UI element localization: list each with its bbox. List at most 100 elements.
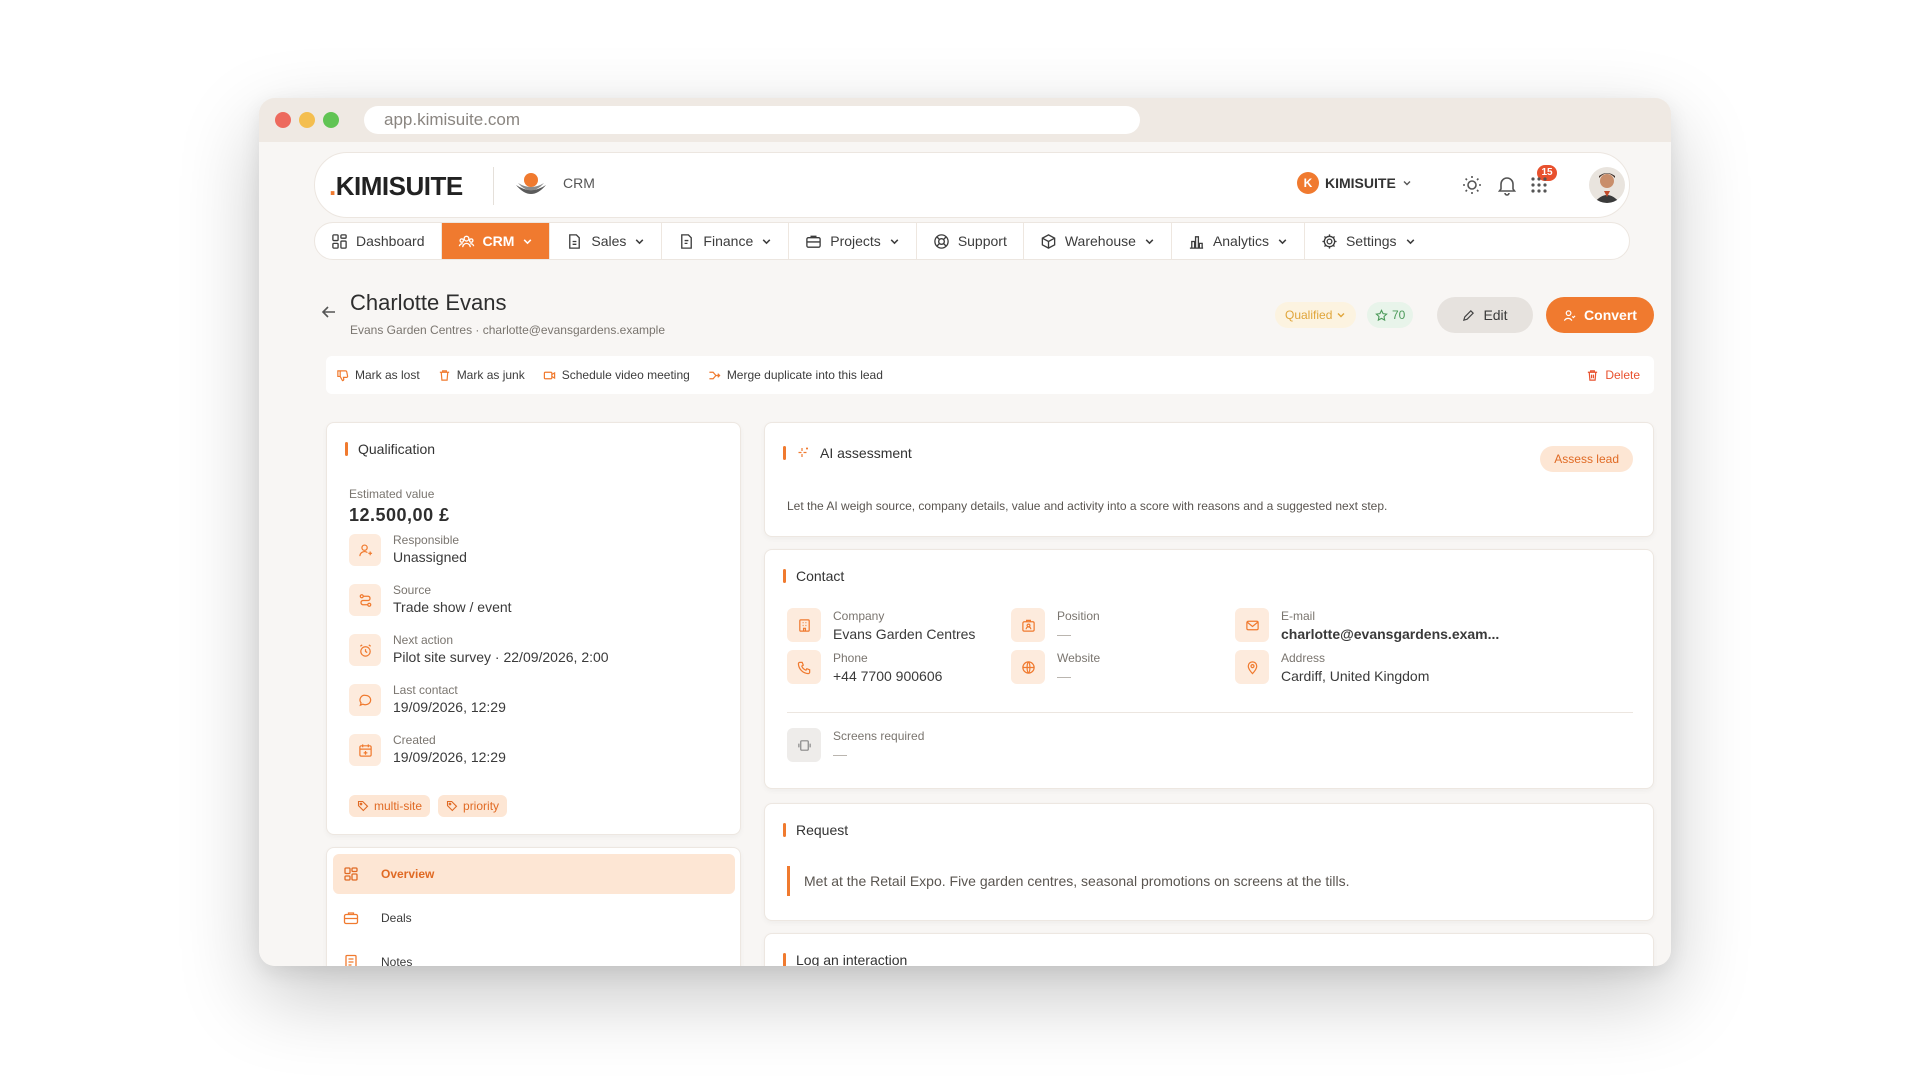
header-divider: [493, 167, 494, 205]
nav-sales[interactable]: Sales: [550, 223, 663, 259]
building-icon: [787, 608, 821, 642]
alarm-icon: [349, 634, 381, 666]
qualification-title: Qualification: [345, 441, 435, 457]
merge-icon: [709, 371, 721, 379]
pencil-icon: [1463, 309, 1475, 321]
app-header: .KIMISUITE CRM K KIMISUITE 15: [314, 152, 1630, 218]
ai-assessment-card: AI assessment Assess lead Let the AI wei…: [764, 422, 1654, 537]
address-field: Address Cardiff, United Kingdom: [1235, 650, 1429, 686]
screens-field: Screens required —: [787, 728, 924, 764]
minimize-window-button[interactable]: [299, 112, 315, 128]
address-bar[interactable]: app.kimisuite.com: [364, 106, 1140, 134]
trash-icon: [1588, 369, 1598, 381]
ai-assessment-title: AI assessment: [783, 445, 912, 461]
section-notes[interactable]: Notes: [333, 942, 735, 966]
chevron-down-icon: [1406, 238, 1414, 244]
tenant-avatar: K: [1297, 172, 1319, 194]
status-dropdown[interactable]: Qualified: [1275, 302, 1357, 328]
log-interaction-card: Log an interaction: [764, 933, 1654, 966]
assess-lead-button[interactable]: Assess lead: [1540, 446, 1633, 472]
section-deals[interactable]: Deals: [333, 898, 735, 938]
apps-grid-icon[interactable]: [1527, 173, 1551, 197]
notes-icon: [345, 954, 357, 966]
nav-dashboard[interactable]: Dashboard: [315, 223, 442, 259]
nav-settings[interactable]: Settings: [1305, 223, 1432, 259]
route-icon: [349, 584, 381, 616]
contact-card: Contact Company Evans Garden Centres Posi…: [764, 549, 1654, 789]
bell-icon[interactable]: [1495, 173, 1519, 197]
lead-action-bar: Mark as lost Mark as junk Schedule video…: [326, 356, 1654, 394]
last-contact-row: Last contact 19/09/2026, 12:29: [349, 683, 506, 717]
phone-link[interactable]: +44 7700 900606: [833, 666, 942, 686]
nav-finance[interactable]: Finance: [662, 223, 790, 259]
phone-field: Phone +44 7700 900606: [787, 650, 942, 686]
mark-lost-action[interactable]: Mark as lost: [336, 368, 420, 382]
merge-duplicate-action[interactable]: Merge duplicate into this lead: [708, 368, 883, 382]
request-text: Met at the Retail Expo. Five garden cent…: [787, 866, 1350, 896]
request-title: Request: [783, 822, 848, 838]
back-arrow-icon[interactable]: [319, 302, 339, 322]
bar-chart-icon: [1189, 235, 1204, 249]
schedule-video-action[interactable]: Schedule video meeting: [543, 368, 690, 382]
close-window-button[interactable]: [275, 112, 291, 128]
lead-subtitle: Evans Garden Centres · charlotte@evansga…: [350, 323, 666, 337]
dashboard-icon: [332, 233, 347, 249]
id-badge-icon: [1011, 608, 1045, 642]
box-icon: [1041, 233, 1056, 249]
kimisuite-logo[interactable]: .KIMISUITE: [329, 171, 463, 202]
company-field: Company Evans Garden Centres: [787, 608, 975, 644]
nav-warehouse[interactable]: Warehouse: [1024, 223, 1172, 259]
accent-bar: [783, 953, 786, 966]
grid-icon: [344, 867, 358, 881]
nav-projects[interactable]: Projects: [789, 223, 917, 259]
source-row: Source Trade show / event: [349, 583, 512, 617]
tag-icon: [357, 800, 369, 812]
accent-bar: [783, 823, 786, 837]
briefcase-icon: [806, 235, 822, 248]
sun-icon[interactable]: [1460, 173, 1484, 197]
tenant-name: KIMISUITE: [1325, 175, 1396, 191]
section-overview[interactable]: Overview: [333, 854, 735, 894]
request-card: Request Met at the Retail Expo. Five gar…: [764, 803, 1654, 921]
chevron-down-icon: [762, 238, 771, 244]
thumbs-down-icon: [337, 369, 349, 381]
mark-junk-action[interactable]: Mark as junk: [438, 368, 525, 382]
ai-description: Let the AI weigh source, company details…: [787, 499, 1388, 513]
lifebuoy-icon: [934, 233, 949, 249]
convert-button[interactable]: Convert: [1546, 297, 1654, 333]
accent-bar: [783, 569, 786, 583]
sparkle-icon: [798, 447, 808, 457]
tag-chip[interactable]: priority: [438, 795, 508, 817]
nav-analytics[interactable]: Analytics: [1172, 223, 1305, 259]
crm-module-icon: [516, 173, 546, 194]
tag-list: multi-site priority: [349, 795, 508, 817]
email-link[interactable]: charlotte@evansgardens.exam...: [1281, 624, 1499, 644]
trash-icon: [439, 369, 449, 381]
website-field: Website —: [1011, 650, 1100, 686]
accent-bar: [783, 446, 786, 460]
tag-chip[interactable]: multi-site: [349, 795, 431, 817]
tenant-switcher[interactable]: K KIMISUITE: [1297, 172, 1412, 194]
phone-icon: [787, 650, 821, 684]
nav-crm[interactable]: CRM: [441, 223, 551, 259]
browser-titlebar: app.kimisuite.com: [259, 98, 1671, 142]
accent-bar: [345, 442, 348, 456]
tag-icon: [446, 800, 458, 812]
nav-support[interactable]: Support: [917, 223, 1024, 259]
user-avatar[interactable]: [1589, 167, 1625, 203]
contact-title: Contact: [783, 568, 844, 584]
delete-action[interactable]: Delete: [1586, 368, 1640, 382]
edit-button[interactable]: Edit: [1437, 297, 1533, 333]
email-field: E-mail charlotte@evansgardens.exam...: [1235, 608, 1499, 644]
module-label: CRM: [563, 175, 595, 191]
lead-section-nav: Overview Deals Notes: [326, 847, 741, 966]
video-icon: [543, 371, 555, 379]
document-icon: [569, 233, 581, 249]
responsible-row[interactable]: Responsible Unassigned: [349, 533, 467, 567]
chevron-down-icon: [636, 238, 644, 244]
chevron-down-icon: [1145, 238, 1154, 244]
chevron-down-icon: [524, 238, 532, 244]
estimated-value: 12.500,00 £: [349, 505, 450, 525]
user-check-icon: [1563, 309, 1576, 321]
maximize-window-button[interactable]: [323, 112, 339, 128]
